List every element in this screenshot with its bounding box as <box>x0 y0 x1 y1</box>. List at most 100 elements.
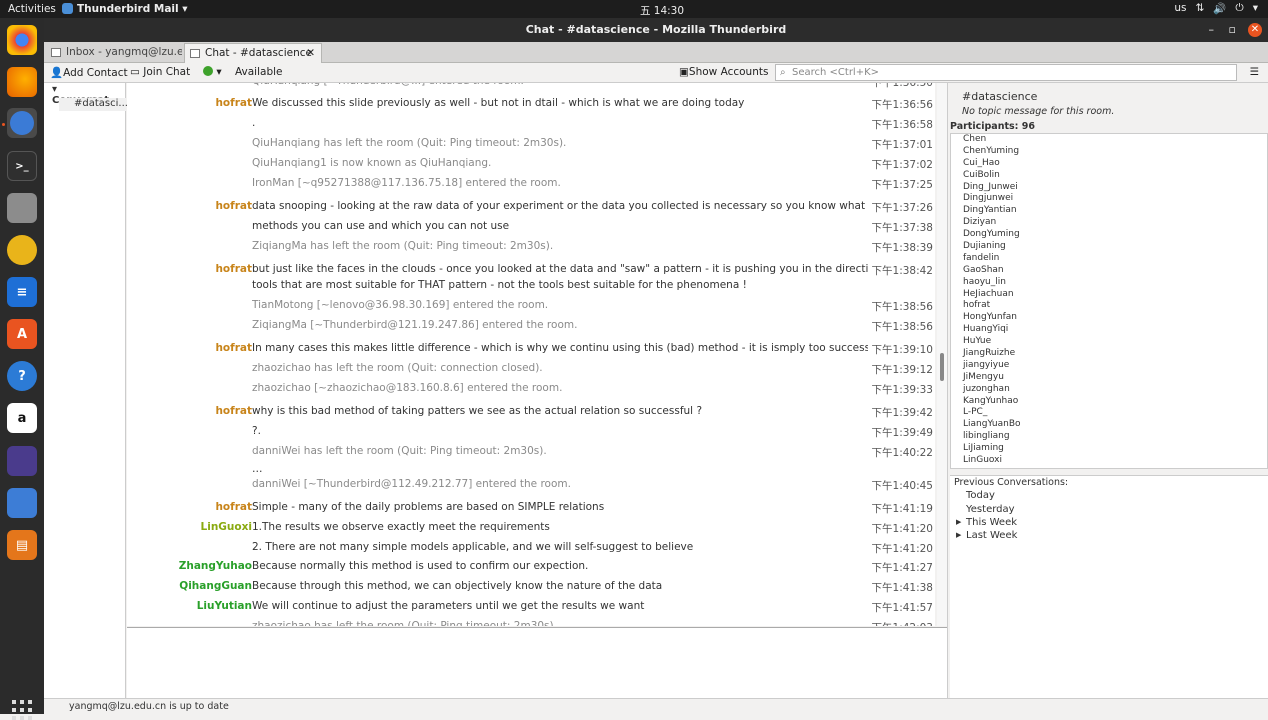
tab-inbox[interactable]: Inbox - yangmq@lzu.edu. <box>46 43 182 63</box>
files-icon[interactable] <box>7 193 37 223</box>
clock[interactable]: 五 14:30 <box>630 3 694 18</box>
conversations-sidebar: ▾ Conversat... #datasci... <box>44 83 128 698</box>
participant-item[interactable]: fandelin <box>951 253 1267 265</box>
prev-item-today[interactable]: Today <box>966 490 995 501</box>
message-nick[interactable]: LinGuoxi <box>201 521 252 533</box>
participant-item[interactable]: L-PC_ <box>951 407 1267 419</box>
tab-close-icon[interactable]: ✕ <box>306 44 315 63</box>
software-icon[interactable]: A <box>7 319 37 349</box>
writer-icon[interactable]: ≡ <box>7 277 37 307</box>
message-time: 下午1:37:02 <box>871 159 933 171</box>
message-nick[interactable]: hofrat <box>215 405 252 417</box>
maximize-icon[interactable]: ▫ <box>1229 23 1236 37</box>
message-text: TianMotong [~lenovo@36.98.30.169] entere… <box>252 299 549 311</box>
participant-item[interactable]: DongYuming <box>951 229 1267 241</box>
system-tray[interactable]: us ⇅ 🔊 ⏻ ▾ <box>1174 2 1258 15</box>
message-nick[interactable]: ZhangYuhao <box>179 560 252 572</box>
message-time: 下午1:41:19 <box>871 503 933 515</box>
participant-item[interactable]: Ding_Junwei <box>951 182 1267 194</box>
participant-item[interactable]: KangYunhao <box>951 396 1267 408</box>
participant-item[interactable]: LiJiaming <box>951 443 1267 455</box>
participant-item[interactable]: Diziyan <box>951 217 1267 229</box>
expand-icon[interactable]: ▶ <box>956 531 961 539</box>
close-icon[interactable]: ✕ <box>1248 23 1262 37</box>
message-nick[interactable]: hofrat <box>215 342 252 354</box>
participant-item[interactable]: Chen <box>951 134 1267 146</box>
chat-message: ZhangYuhao Because normally this method i… <box>127 560 935 580</box>
add-contact-button[interactable]: 👤Add Contact <box>50 66 128 79</box>
participant-item[interactable]: jiangyiyue <box>951 360 1267 372</box>
impress-icon[interactable]: ▤ <box>7 530 37 560</box>
power-icon[interactable]: ⏻ <box>1235 2 1243 15</box>
expand-icon[interactable]: ▶ <box>956 518 961 526</box>
show-accounts-button[interactable]: ▣Show Accounts <box>679 66 768 78</box>
prev-item-yesterday[interactable]: Yesterday <box>966 504 1015 515</box>
search-input[interactable]: ⌕ Search <Ctrl+K> <box>775 64 1237 81</box>
app-menu[interactable]: Thunderbird Mail ▾ <box>62 3 188 15</box>
volume-icon[interactable]: 🔊 <box>1213 2 1226 15</box>
participant-item[interactable]: LiangYuanBo <box>951 419 1267 431</box>
rhythmbox-icon[interactable] <box>7 235 37 265</box>
prev-item-this-week[interactable]: ▶ This Week <box>956 517 1017 528</box>
message-nick[interactable]: hofrat <box>215 97 252 109</box>
keyboard-layout[interactable]: us <box>1174 2 1186 15</box>
tab-bar: Inbox - yangmq@lzu.edu. Chat - #datascie… <box>44 42 1268 63</box>
participant-item[interactable]: HeJiachuan <box>951 289 1267 301</box>
participant-item[interactable]: CuiBolin <box>951 170 1267 182</box>
participant-item[interactable]: JiMengyu <box>951 372 1267 384</box>
participant-item[interactable]: haoyu_lin <box>951 277 1267 289</box>
conversation-item-datascience[interactable]: #datasci... <box>59 98 128 111</box>
participant-item[interactable]: Dujianing <box>951 241 1267 253</box>
chat-scrollbar[interactable] <box>937 83 947 626</box>
network-icon[interactable]: ⇅ <box>1196 2 1205 15</box>
chevron-down-icon[interactable]: ▾ <box>1253 2 1258 15</box>
participant-item[interactable]: JiangRuizhe <box>951 348 1267 360</box>
minimize-icon[interactable]: – <box>1209 23 1215 37</box>
message-time: 下午1:41:20 <box>871 543 933 555</box>
prev-item-last-week[interactable]: ▶ Last Week <box>956 530 1017 541</box>
video-icon[interactable] <box>7 446 37 476</box>
participant-item[interactable]: LinGuoxi <box>951 455 1267 467</box>
activities-button[interactable]: Activities <box>8 3 56 15</box>
participant-item[interactable]: libingliang <box>951 431 1267 443</box>
tab-chat[interactable]: Chat - #datascience ✕ <box>184 43 322 63</box>
message-nick[interactable]: QihangGuan <box>179 580 252 592</box>
status-selector[interactable]: ▾ Available <box>203 66 283 78</box>
message-nick[interactable]: hofrat <box>215 263 252 275</box>
message-text: Simple - many of the daily problems are … <box>252 501 605 513</box>
message-input[interactable] <box>127 627 947 698</box>
participants-list[interactable]: Chen ChenYuming Cui_Hao CuiBolin Ding_Junwei… <box>950 133 1268 469</box>
participant-item[interactable]: Dingjunwei <box>951 193 1267 205</box>
chat-message: QihangGuan Because through this method, w… <box>127 580 935 600</box>
terminal-icon[interactable]: >_ <box>7 151 37 181</box>
chat-log[interactable]: QiuHanqiang [~Thunderbird@...] entered t… <box>127 83 935 626</box>
message-nick[interactable]: hofrat <box>215 501 252 513</box>
show-applications-icon[interactable] <box>12 700 32 720</box>
participants-header: Participants: 96 <box>950 121 1036 132</box>
firefox-icon[interactable] <box>7 67 37 97</box>
hamburger-menu-icon[interactable]: ☰ <box>1250 66 1259 78</box>
help-icon[interactable]: ? <box>7 361 37 391</box>
participant-item[interactable]: Cui_Hao <box>951 158 1267 170</box>
message-text: 2. There are not many simple models appl… <box>252 541 694 553</box>
join-chat-button[interactable]: ▭ Join Chat <box>130 66 190 78</box>
participant-item[interactable]: hofrat <box>951 300 1267 312</box>
participant-item[interactable]: HuangYiqi <box>951 324 1267 336</box>
message-text: ?. <box>252 425 261 437</box>
scrollbar-thumb[interactable] <box>940 353 944 381</box>
thunderbird-dock-icon[interactable] <box>7 108 37 138</box>
participant-item[interactable]: HuYue <box>951 336 1267 348</box>
message-nick[interactable]: hofrat <box>215 200 252 212</box>
chrome-icon[interactable] <box>7 25 37 55</box>
participant-item[interactable]: HongYunfan <box>951 312 1267 324</box>
screenshot-icon[interactable] <box>7 488 37 518</box>
participant-item[interactable]: ChenYuming <box>951 146 1267 158</box>
chat-message: zhaozichao has left the room (Quit: conn… <box>127 362 935 382</box>
message-text: methods you can use and which you can no… <box>252 220 510 232</box>
participant-item[interactable]: GaoShan <box>951 265 1267 277</box>
participant-item[interactable]: juzonghan <box>951 384 1267 396</box>
message-text: … <box>252 463 263 475</box>
amazon-icon[interactable]: a <box>7 403 37 433</box>
message-nick[interactable]: LiuYutian <box>197 600 252 612</box>
participant-item[interactable]: DingYantian <box>951 205 1267 217</box>
